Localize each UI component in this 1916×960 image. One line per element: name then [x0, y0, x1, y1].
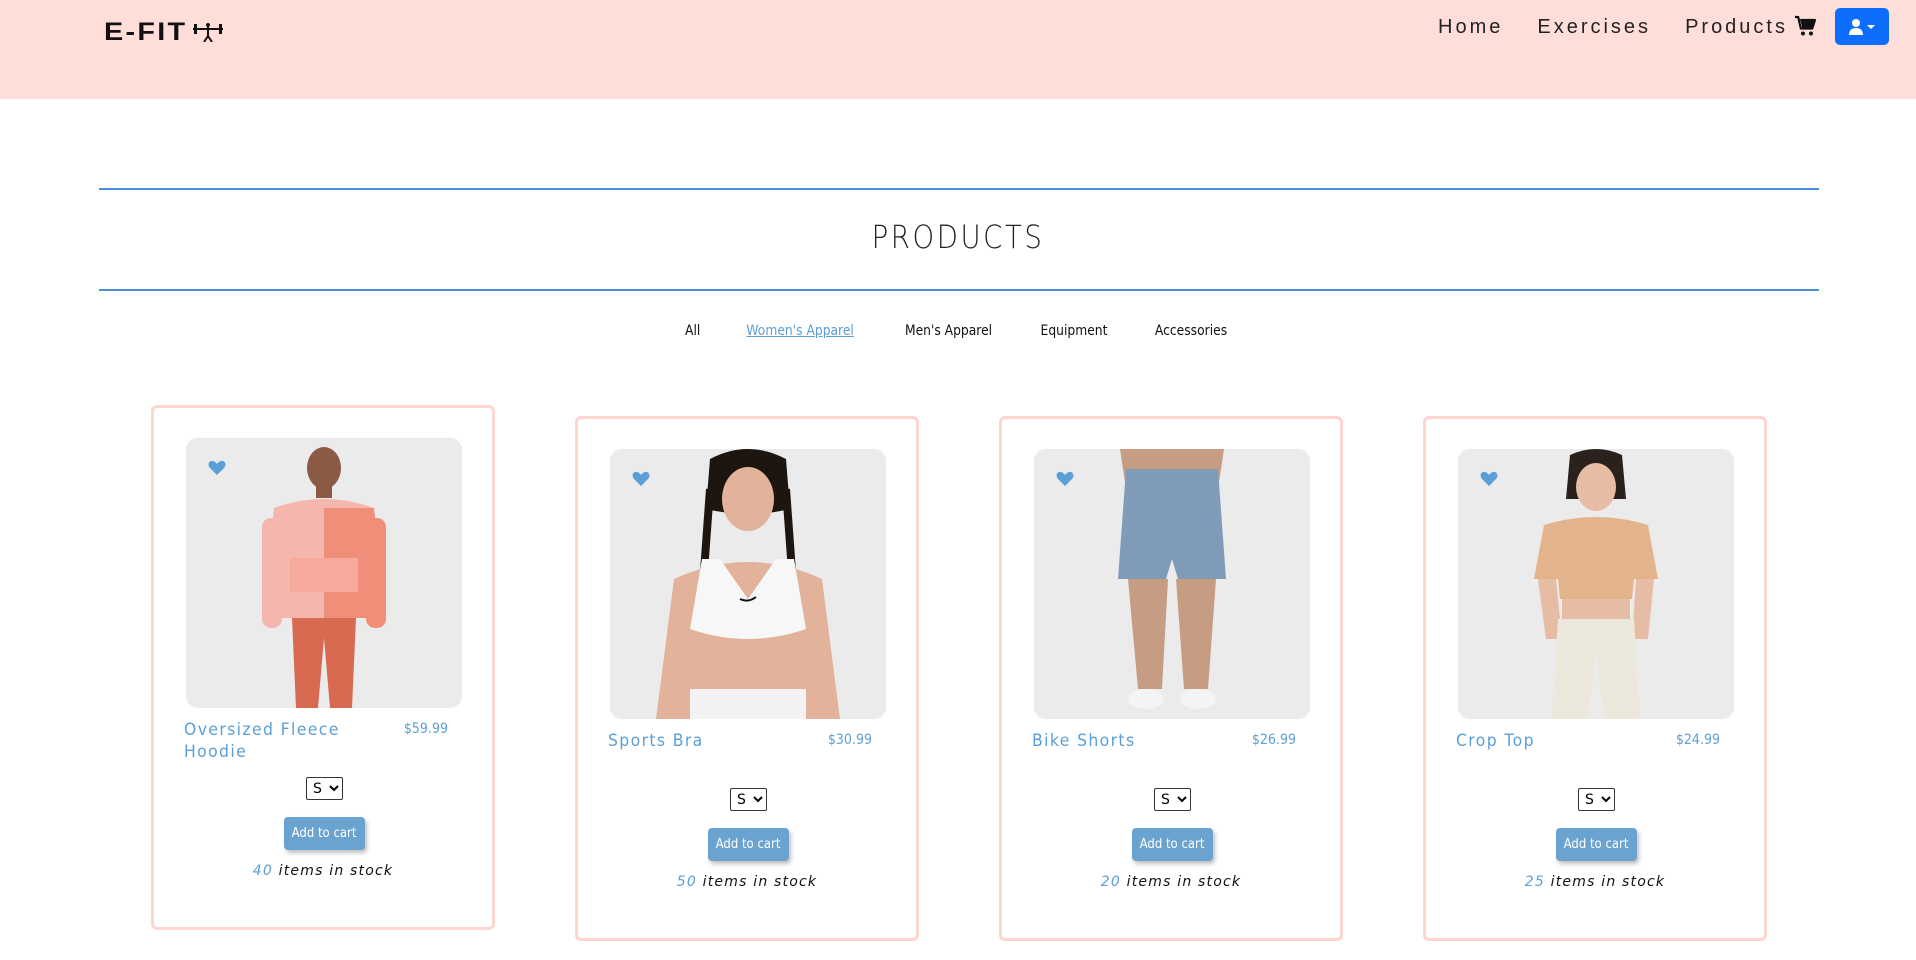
product-image[interactable]: [1034, 449, 1310, 719]
size-select[interactable]: S: [1578, 788, 1615, 811]
heart-icon[interactable]: [632, 471, 650, 487]
add-to-cart-button[interactable]: Add to cart: [708, 828, 789, 861]
title-rule-top: [99, 188, 1819, 190]
heart-icon[interactable]: [208, 460, 226, 476]
product-photo: [1034, 449, 1310, 719]
heart-icon[interactable]: [1480, 471, 1498, 487]
page-title: PRODUCTS: [871, 218, 1045, 256]
filter-equipment[interactable]: Equipment: [1041, 323, 1108, 339]
dumbbell-icon: [192, 23, 223, 42]
stock-info: 25 items in stock: [1426, 874, 1764, 890]
nav-home[interactable]: Home: [1438, 14, 1503, 40]
filter-accessories[interactable]: Accessories: [1155, 323, 1227, 339]
stock-count: 20: [1100, 874, 1121, 890]
nav-products[interactable]: Products: [1685, 14, 1788, 40]
size-select[interactable]: S: [730, 788, 767, 811]
product-card: Bike Shorts $26.99 S Add to cart 20 item…: [999, 416, 1343, 941]
size-select[interactable]: S: [306, 777, 343, 800]
category-filters: All Women's Apparel Men's Apparel Equipm…: [0, 323, 1916, 339]
product-price: $59.99: [403, 721, 448, 737]
add-to-cart-label: Add to cart: [1564, 837, 1629, 852]
product-name[interactable]: Oversized Fleece Hoodie: [184, 719, 350, 763]
product-image[interactable]: [610, 449, 886, 719]
user-menu-button[interactable]: [1835, 8, 1889, 45]
stock-count: 25: [1524, 874, 1545, 890]
product-photo: [1458, 449, 1734, 719]
filter-mens-apparel[interactable]: Men's Apparel: [905, 323, 992, 339]
stock-info: 50 items in stock: [578, 874, 916, 890]
product-card: Crop Top $24.99 S Add to cart 25 items i…: [1423, 416, 1767, 941]
product-price: $30.99: [827, 732, 872, 748]
stock-count: 50: [676, 874, 697, 890]
product-image[interactable]: [1458, 449, 1734, 719]
product-price: $26.99: [1251, 732, 1296, 748]
stock-label: items in stock: [1126, 874, 1242, 890]
product-name[interactable]: Sports Bra: [608, 730, 774, 752]
brand-logo[interactable]: E-FIT: [104, 17, 225, 46]
caret-down-icon: [1867, 24, 1875, 29]
product-photo: [610, 449, 886, 719]
add-to-cart-button[interactable]: Add to cart: [1132, 828, 1213, 861]
product-photo: [186, 438, 462, 708]
navbar: E-FIT Home Exercises Products: [0, 0, 1916, 99]
cart-icon[interactable]: [1794, 14, 1818, 38]
product-price: $24.99: [1675, 732, 1720, 748]
nav-exercises[interactable]: Exercises: [1537, 14, 1651, 40]
stock-info: 20 items in stock: [1002, 874, 1340, 890]
title-rule-bottom: [99, 289, 1819, 291]
main-nav: Home Exercises Products: [1438, 14, 1822, 40]
user-icon: [1849, 18, 1875, 35]
add-to-cart-label: Add to cart: [292, 826, 357, 841]
product-image[interactable]: [186, 438, 462, 708]
stock-label: items in stock: [1550, 874, 1666, 890]
product-card: Sports Bra $30.99 S Add to cart 50 items…: [575, 416, 919, 941]
add-to-cart-label: Add to cart: [1140, 837, 1205, 852]
stock-label: items in stock: [278, 863, 394, 879]
stock-label: items in stock: [702, 874, 818, 890]
heart-icon[interactable]: [1056, 471, 1074, 487]
logo-text: E-FIT: [104, 17, 188, 46]
filter-womens-apparel[interactable]: Women's Apparel: [746, 323, 854, 339]
stock-count: 40: [252, 863, 273, 879]
size-select[interactable]: S: [1154, 788, 1191, 811]
add-to-cart-button[interactable]: Add to cart: [284, 817, 365, 850]
product-name[interactable]: Crop Top: [1456, 730, 1622, 752]
add-to-cart-button[interactable]: Add to cart: [1556, 828, 1637, 861]
stock-info: 40 items in stock: [154, 863, 492, 879]
add-to-cart-label: Add to cart: [716, 837, 781, 852]
product-card: Oversized Fleece Hoodie $59.99 S Add to …: [151, 405, 495, 930]
product-name[interactable]: Bike Shorts: [1032, 730, 1198, 752]
filter-all[interactable]: All: [685, 323, 700, 339]
